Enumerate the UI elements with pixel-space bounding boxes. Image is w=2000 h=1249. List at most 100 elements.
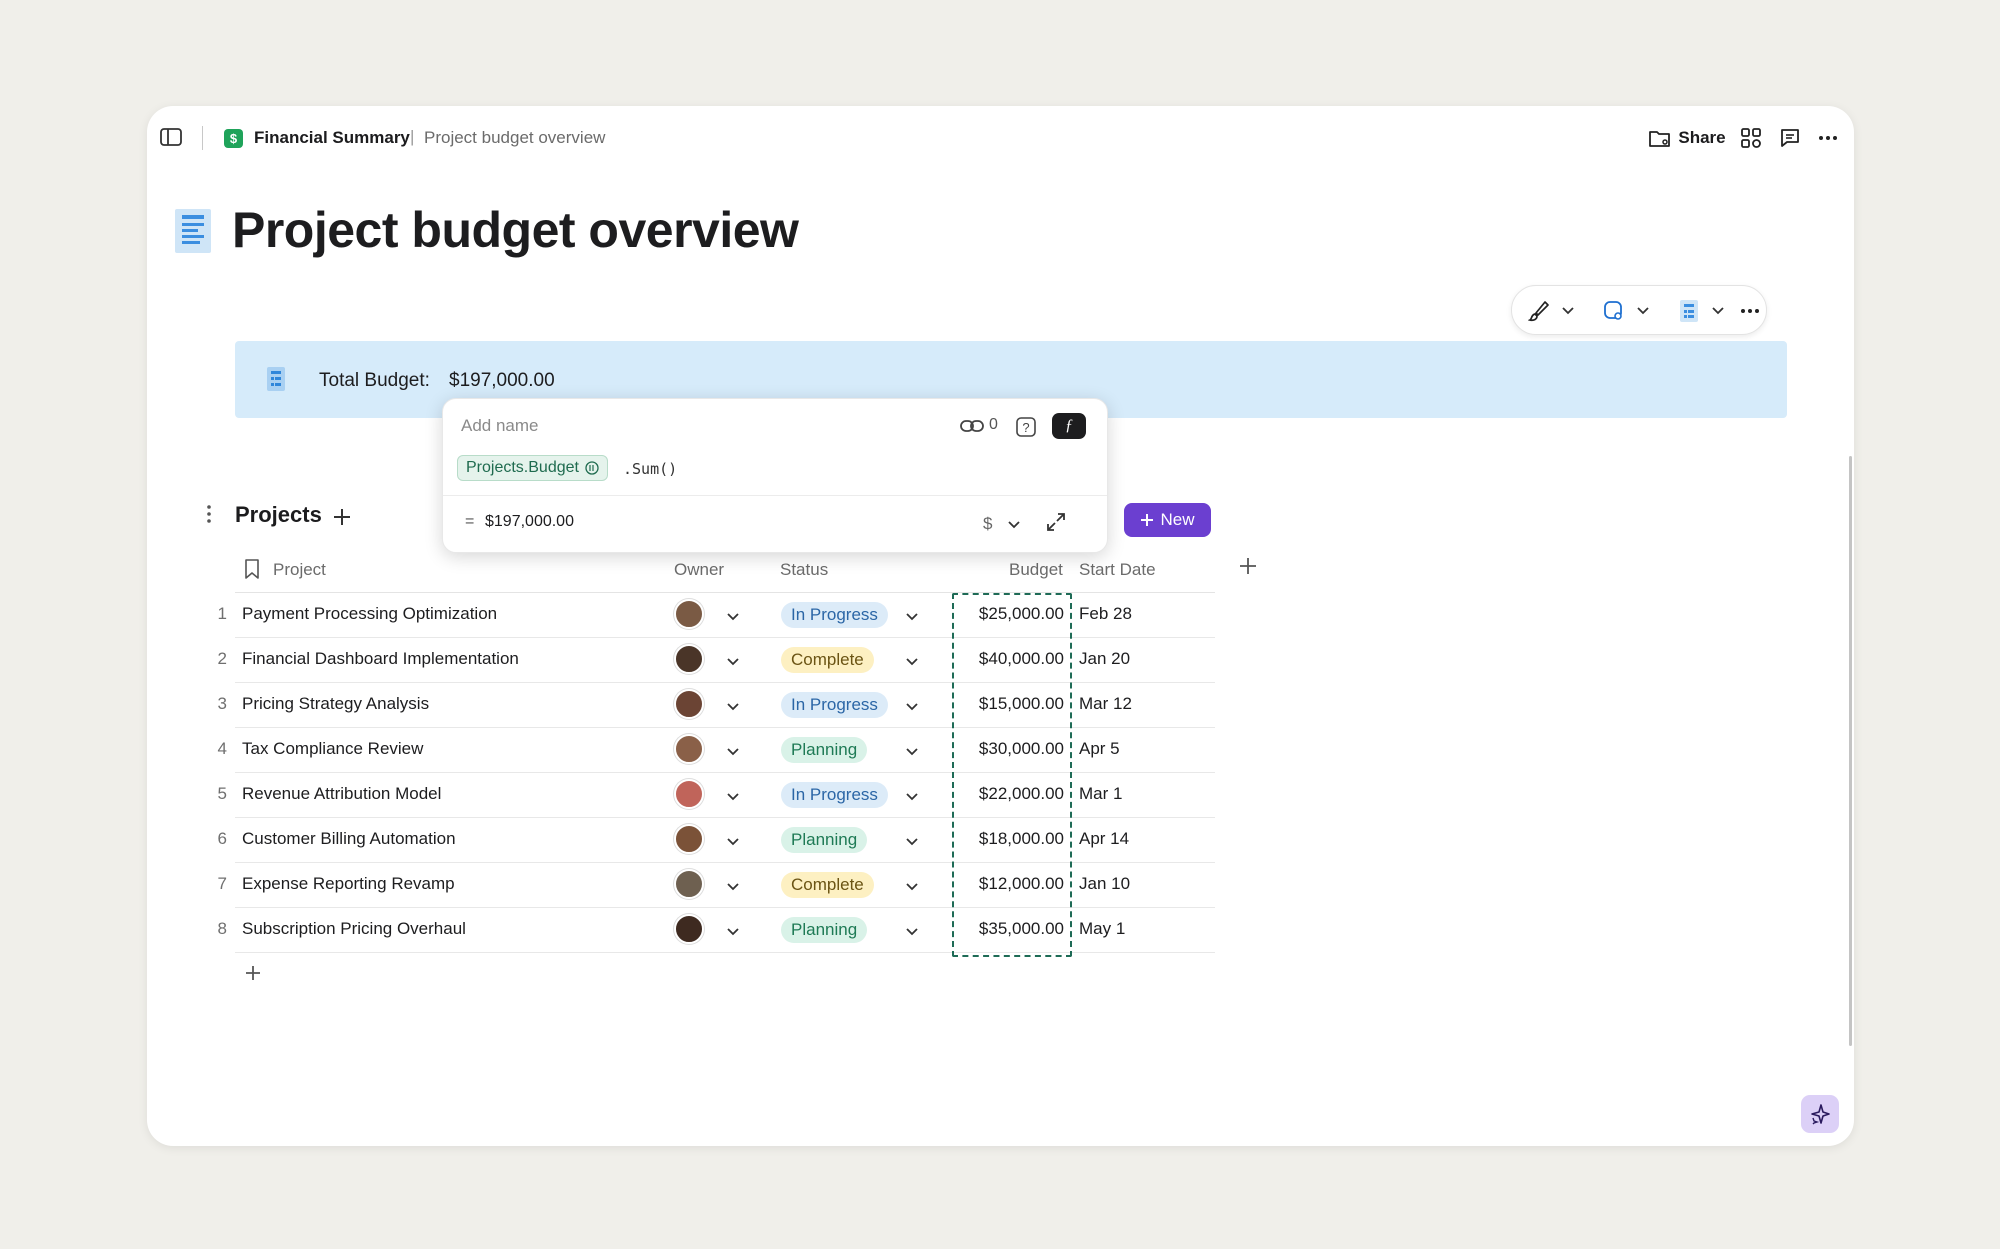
chevron-down-icon[interactable] — [727, 653, 741, 667]
share-button[interactable]: Share — [1647, 123, 1727, 153]
table-row[interactable]: 3 Pricing Strategy Analysis In Progress … — [218, 683, 1215, 728]
budget-cell[interactable]: $25,000.00 — [953, 604, 1064, 624]
table-row[interactable]: 2 Financial Dashboard Implementation Com… — [218, 638, 1215, 683]
table-title[interactable]: Projects — [235, 502, 322, 528]
project-name-cell[interactable]: Tax Compliance Review — [242, 739, 423, 759]
new-row-button[interactable]: New — [1124, 503, 1211, 537]
budget-cell[interactable]: $30,000.00 — [953, 739, 1064, 759]
chevron-down-icon[interactable] — [1006, 517, 1022, 533]
budget-cell[interactable]: $35,000.00 — [953, 919, 1064, 939]
budget-cell[interactable]: $12,000.00 — [953, 874, 1064, 894]
status-badge[interactable]: Complete — [781, 647, 874, 673]
scrollbar[interactable] — [1849, 456, 1852, 1046]
chevron-down-icon[interactable] — [727, 923, 741, 937]
add-column-button[interactable] — [1236, 554, 1260, 578]
chevron-down-icon[interactable] — [906, 923, 920, 937]
start-date-cell[interactable]: Jan 10 — [1079, 874, 1130, 894]
avatar[interactable] — [674, 689, 704, 719]
table-row[interactable]: 4 Tax Compliance Review Planning $30,000… — [218, 728, 1215, 773]
project-name-cell[interactable]: Revenue Attribution Model — [242, 784, 441, 804]
formula-name-input[interactable]: Add name — [461, 416, 539, 436]
chevron-down-icon[interactable] — [906, 743, 920, 757]
status-badge[interactable]: Planning — [781, 827, 868, 853]
help-icon[interactable]: ? — [1014, 415, 1038, 439]
budget-cell[interactable]: $40,000.00 — [953, 649, 1064, 669]
project-name-cell[interactable]: Payment Processing Optimization — [242, 604, 497, 624]
add-table-button[interactable] — [330, 505, 354, 529]
add-row-button[interactable] — [241, 961, 265, 985]
avatar[interactable] — [674, 779, 704, 809]
status-badge[interactable]: In Progress — [781, 692, 888, 718]
avatar[interactable] — [674, 734, 704, 764]
start-date-cell[interactable]: Jan 20 — [1079, 649, 1130, 669]
more-icon[interactable] — [1737, 298, 1763, 324]
start-date-cell[interactable]: Mar 12 — [1079, 694, 1132, 714]
table-row[interactable]: 6 Customer Billing Automation Planning $… — [218, 818, 1215, 863]
chevron-down-icon[interactable] — [906, 698, 920, 712]
chevron-down-icon[interactable] — [906, 833, 920, 847]
column-header-start-date[interactable]: Start Date — [1079, 560, 1156, 580]
table-row[interactable]: 8 Subscription Pricing Overhaul Planning… — [218, 908, 1215, 953]
chevron-down-icon[interactable] — [727, 833, 741, 847]
page-name[interactable]: Project budget overview — [424, 128, 605, 148]
sidebar-toggle-icon[interactable] — [158, 124, 184, 150]
format-currency-symbol[interactable]: $ — [983, 514, 992, 534]
drag-handle-icon[interactable] — [202, 502, 216, 526]
project-name-cell[interactable]: Expense Reporting Revamp — [242, 874, 455, 894]
avatar[interactable] — [674, 914, 704, 944]
chevron-down-icon[interactable] — [906, 878, 920, 892]
column-header-budget[interactable]: Budget — [1009, 560, 1063, 580]
start-date-cell[interactable]: Mar 1 — [1079, 784, 1122, 804]
brush-icon[interactable] — [1526, 298, 1552, 324]
total-budget-value[interactable]: $197,000.00 — [449, 370, 555, 392]
avatar[interactable] — [674, 824, 704, 854]
chevron-down-icon[interactable] — [1710, 304, 1726, 318]
project-name-cell[interactable]: Financial Dashboard Implementation — [242, 649, 519, 669]
status-badge[interactable]: In Progress — [781, 602, 888, 628]
column-header-project[interactable]: Project — [273, 560, 326, 580]
table-row[interactable]: 7 Expense Reporting Revamp Complete $12,… — [218, 863, 1215, 908]
chevron-down-icon[interactable] — [727, 788, 741, 802]
formula-icon[interactable]: ƒ — [1052, 413, 1086, 439]
start-date-cell[interactable]: Apr 5 — [1079, 739, 1120, 759]
chevron-down-icon[interactable] — [727, 878, 741, 892]
column-header-owner[interactable]: Owner — [674, 560, 724, 580]
chevron-down-icon[interactable] — [906, 788, 920, 802]
status-badge[interactable]: Complete — [781, 872, 874, 898]
calculator-icon[interactable] — [1676, 298, 1702, 324]
budget-cell[interactable]: $15,000.00 — [953, 694, 1064, 714]
avatar[interactable] — [674, 644, 704, 674]
project-name-cell[interactable]: Pricing Strategy Analysis — [242, 694, 429, 714]
formula-reference-chip[interactable]: Projects.Budget — [457, 455, 608, 481]
table-row[interactable]: 1 Payment Processing Optimization In Pro… — [218, 593, 1215, 638]
chevron-down-icon[interactable] — [906, 608, 920, 622]
chevron-down-icon[interactable] — [906, 653, 920, 667]
status-badge[interactable]: Planning — [781, 917, 868, 943]
comment-icon[interactable] — [1777, 125, 1803, 151]
chevron-down-icon[interactable] — [727, 743, 741, 757]
status-badge[interactable]: Planning — [781, 737, 868, 763]
project-name-cell[interactable]: Subscription Pricing Overhaul — [242, 919, 466, 939]
status-badge[interactable]: In Progress — [781, 782, 888, 808]
budget-cell[interactable]: $22,000.00 — [953, 784, 1064, 804]
table-row[interactable]: 5 Revenue Attribution Model In Progress … — [218, 773, 1215, 818]
ai-assistant-button[interactable] — [1801, 1095, 1839, 1133]
budget-cell[interactable]: $18,000.00 — [953, 829, 1064, 849]
link-icon[interactable] — [959, 415, 985, 437]
chevron-down-icon[interactable] — [727, 608, 741, 622]
column-header-status[interactable]: Status — [780, 560, 828, 580]
shape-icon[interactable] — [1601, 298, 1627, 324]
doc-name[interactable]: Financial Summary — [254, 128, 410, 148]
avatar[interactable] — [674, 599, 704, 629]
chevron-down-icon[interactable] — [1635, 304, 1651, 318]
expand-icon[interactable] — [1043, 509, 1069, 535]
start-date-cell[interactable]: May 1 — [1079, 919, 1125, 939]
formula-text[interactable]: .Sum() — [623, 460, 677, 478]
avatar[interactable] — [674, 869, 704, 899]
start-date-cell[interactable]: Feb 28 — [1079, 604, 1132, 624]
start-date-cell[interactable]: Apr 14 — [1079, 829, 1129, 849]
chevron-down-icon[interactable] — [727, 698, 741, 712]
project-name-cell[interactable]: Customer Billing Automation — [242, 829, 456, 849]
chevron-down-icon[interactable] — [1560, 304, 1576, 318]
apps-icon[interactable] — [1738, 125, 1764, 151]
